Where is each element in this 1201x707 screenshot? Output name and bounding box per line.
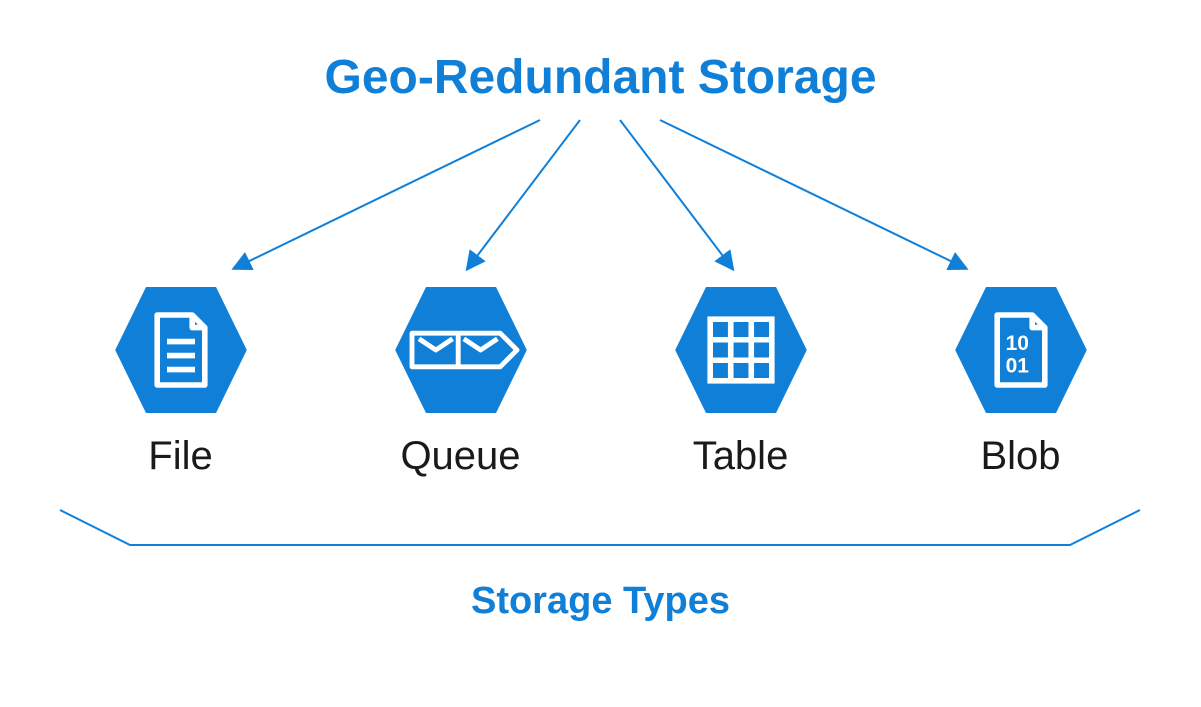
file-icon (111, 280, 251, 420)
diagram-footer: Storage Types (0, 580, 1201, 623)
diagram-title: Geo-Redundant Storage (0, 50, 1201, 105)
blob-icon: 10 01 (951, 280, 1091, 420)
table-icon (671, 280, 811, 420)
node-table: Table (661, 280, 821, 479)
queue-icon (391, 280, 531, 420)
node-table-label: Table (693, 434, 789, 479)
node-file-label: File (148, 434, 212, 479)
node-blob: 10 01 Blob (941, 280, 1101, 479)
nodes-row: File Queue (0, 280, 1201, 479)
svg-text:01: 01 (1005, 354, 1029, 377)
node-blob-label: Blob (980, 434, 1060, 479)
svg-text:10: 10 (1005, 332, 1028, 355)
node-queue-label: Queue (400, 434, 520, 479)
node-queue: Queue (381, 280, 541, 479)
node-file: File (101, 280, 261, 479)
